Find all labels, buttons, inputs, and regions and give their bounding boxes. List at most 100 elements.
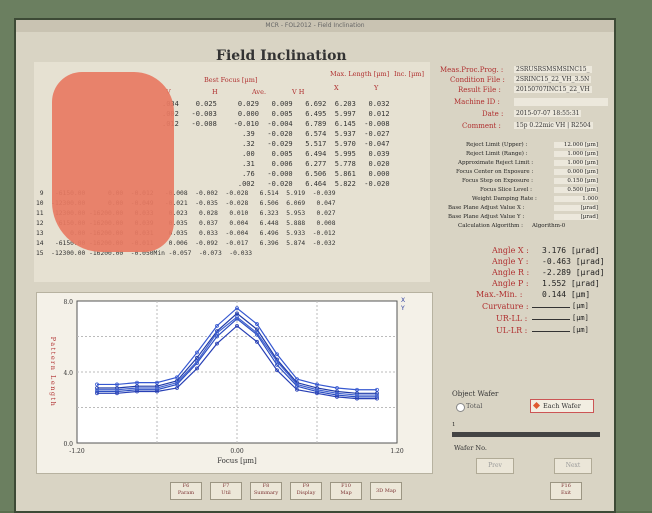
angle-value: 1.552 [µrad] xyxy=(542,279,600,288)
angle-label: Angle Y : xyxy=(492,257,529,266)
angle-label: UL-LR : xyxy=(496,326,528,335)
table-row: .002 -0.003 0.000 0.005 6.495 5.997 0.01… xyxy=(162,110,390,118)
object-wafer-label: Object Wafer xyxy=(452,390,499,398)
table-row: .76 -0.000 6.506 5.861 0.000 xyxy=(162,170,390,178)
table-row: .034 0.025 0.029 0.009 6.692 6.203 0.032 xyxy=(162,100,390,108)
info-label: Date : xyxy=(482,110,504,118)
param-label: Reject Limit (Upper) : xyxy=(466,142,528,148)
each-wafer-label: Each Wafer xyxy=(543,402,581,410)
header-y: Y xyxy=(374,84,379,92)
angle-label: Curvature : xyxy=(482,302,529,311)
param-value: 12.000 [µm] xyxy=(554,142,598,148)
angle-value: [µm] xyxy=(572,314,589,322)
param-value: 1.000 [µm] xyxy=(554,160,598,166)
legend-x: X xyxy=(401,297,406,304)
selected-diamond-icon xyxy=(532,401,541,410)
info-value: 20150707INC15_22_VH xyxy=(514,86,592,93)
angle-label: Max.-Min. : xyxy=(476,290,523,299)
button-key: F16 xyxy=(561,483,571,489)
y-axis-label: Pattern Length xyxy=(49,337,57,408)
param-label: Focus Center on Exposure : xyxy=(456,169,534,175)
legend-y: Y xyxy=(401,305,405,312)
x-axis-label: Focus [µm] xyxy=(217,457,257,465)
info-panel: Meas.Proc.Prog. : Condition File : Resul… xyxy=(436,62,608,506)
button-key: F7 xyxy=(222,483,230,489)
button-label: Summary xyxy=(253,490,279,496)
y-tick-label: 8.0 xyxy=(63,299,73,306)
table-row: .012 -0.008 -0.010 -0.004 6.789 6.145 -0… xyxy=(162,120,390,128)
each-wafer-button[interactable]: Each Wafer xyxy=(530,399,594,413)
param-value: 1.000 [µm] xyxy=(554,151,598,157)
param-label: Base Plane Adjust Value Y : xyxy=(448,214,525,220)
table-row: .39 -0.020 6.574 5.937 -0.027 xyxy=(162,130,390,138)
param-value: 1.000 xyxy=(554,196,598,202)
button-label: 3D Map xyxy=(375,488,397,494)
info-label: Machine ID : xyxy=(454,98,500,106)
redaction-overlay xyxy=(52,72,174,252)
angle-value: 3.176 [µrad] xyxy=(542,246,600,255)
info-label: Condition File : xyxy=(450,76,505,84)
button-key: F9 xyxy=(302,483,310,489)
info-label: Meas.Proc.Prog. : xyxy=(440,66,504,74)
map-button[interactable]: F10 Map xyxy=(330,482,362,500)
angle-value: [µm] xyxy=(572,326,589,334)
header-x: X xyxy=(334,84,339,92)
results-table: Best Focus [µm] Max. Length [µm] Inc. [µ… xyxy=(34,62,430,282)
button-key: F10 xyxy=(341,483,351,489)
info-label: Result File : xyxy=(458,86,501,94)
param-label: Calculation Algorithm : xyxy=(458,223,523,229)
button-label: Param xyxy=(177,490,195,496)
total-radio[interactable] xyxy=(456,403,465,412)
info-value: 15p 0.22mic VH | R2504 xyxy=(514,122,593,129)
angle-label: Angle X : xyxy=(492,246,529,255)
info-value: 2SRINC15_22_VH_3.5N xyxy=(514,76,592,83)
param-label: Focus Slice Level : xyxy=(480,187,533,193)
button-key: F6 xyxy=(182,483,190,489)
table-row: .00 0.005 6.494 5.995 0.039 xyxy=(162,150,390,158)
param-value: [µrad] xyxy=(554,205,598,211)
exit-button[interactable]: F16 Exit xyxy=(550,482,582,500)
total-radio-label: Total xyxy=(466,402,483,410)
angle-value: -0.463 [µrad] xyxy=(542,257,605,266)
param-label: Approximate Reject Limit : xyxy=(458,160,534,166)
param-label: Base Plane Adjust Value X : xyxy=(448,205,525,211)
table-row: .31 0.006 6.277 5.778 0.020 xyxy=(162,160,390,168)
curvature-line xyxy=(532,307,570,308)
button-key: F8 xyxy=(262,483,270,489)
button-label: Exit xyxy=(560,490,572,496)
slider-value: 1 xyxy=(452,422,456,428)
x-tick-label: 0.00 xyxy=(230,448,244,455)
param-label: Weight Damping Rate : xyxy=(472,196,537,202)
3d-map-button[interactable]: 3D Map xyxy=(370,482,402,500)
angle-label: Angle R : xyxy=(492,268,530,277)
application-window: MCR - FOL2012 - Field Inclination Field … xyxy=(14,18,616,513)
button-label: Display xyxy=(296,490,316,496)
param-value: 0.000 [µm] xyxy=(554,169,598,175)
summary-button[interactable]: F8 Summary xyxy=(250,482,282,500)
util-button[interactable]: F7 Util xyxy=(210,482,242,500)
y-tick-label: 0.0 xyxy=(63,441,73,448)
info-label: Comment : xyxy=(462,122,501,130)
param-value: Algorithm-0 xyxy=(532,223,566,229)
param-button[interactable]: F6 Param xyxy=(170,482,202,500)
wafer-slider[interactable] xyxy=(452,432,600,437)
y-tick-label: 4.0 xyxy=(63,370,73,377)
header-vh: V H xyxy=(292,88,305,96)
header-h: H xyxy=(212,88,218,96)
table-row: .002 -0.020 6.464 5.822 -0.020 xyxy=(162,180,390,188)
wafer-no-label: Wafer No. xyxy=(454,444,487,452)
x-tick-label: -1.20 xyxy=(69,448,85,455)
button-label: Util xyxy=(221,490,231,496)
next-button[interactable]: Next xyxy=(554,458,592,474)
info-value: 2SRUSRSMSMSINC15_ xyxy=(514,66,592,73)
param-value: [µrad] xyxy=(554,214,598,220)
info-value xyxy=(514,98,608,106)
prev-button[interactable]: Prev xyxy=(476,458,514,474)
chart-svg: 8.0 4.0 0.0-1.20 0.00 1.20 Focus [µm] Pattern … xyxy=(49,299,404,465)
info-value: 2015-07-07 18:55:31 xyxy=(514,110,582,117)
header-inc: Inc. [µm] xyxy=(394,70,424,78)
angle-value: 0.144 [µm] xyxy=(542,290,591,299)
table-row: .32 -0.029 5.517 5.970 -0.047 xyxy=(162,140,390,148)
display-button[interactable]: F9 Display xyxy=(290,482,322,500)
param-value: 0.500 [µm] xyxy=(554,187,598,193)
